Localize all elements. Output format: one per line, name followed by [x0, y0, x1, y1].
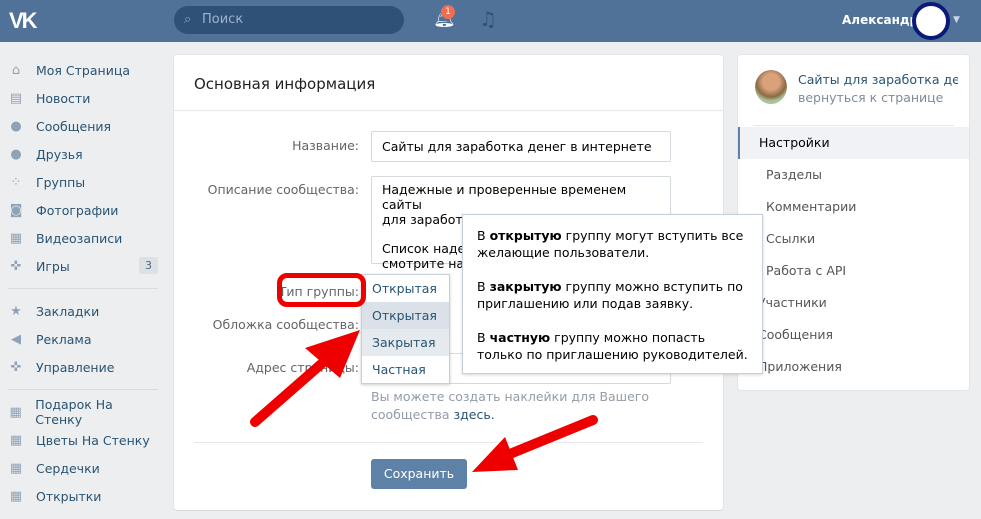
divider [8, 389, 158, 390]
annotation-highlight [277, 273, 366, 307]
sidebar-item-label: Новости [36, 90, 91, 106]
sidebar-item[interactable]: ▦ Подарок На Стенку [8, 397, 158, 427]
sidebar-item[interactable]: ◀ Реклама [8, 325, 158, 353]
app-icon: ▦ [9, 405, 22, 420]
sidebar-item-label: Друзья [36, 146, 83, 162]
sidebar-item-label: Подарок На Стенку [35, 397, 113, 427]
sidebar-item[interactable]: ★ Закладки [8, 297, 158, 325]
back-to-page-link[interactable]: вернуться к странице [798, 90, 943, 105]
sidebar-item[interactable]: ▤ Новости [8, 84, 158, 112]
avatar[interactable] [912, 2, 950, 40]
sidebar-item-label: Цветы На Стенку [36, 432, 150, 448]
page-title: Основная информация [174, 55, 723, 111]
app-icon: ▦ [9, 461, 23, 476]
divider [753, 125, 954, 126]
sidebar-item-label: Открытки [36, 488, 102, 504]
menu-item[interactable]: Приложения [738, 351, 969, 383]
top-bar: VK ⌕Поиск 🔔︎ 1 ♫ Александр ▼ [0, 0, 981, 42]
chevron-down-icon[interactable]: ▼ [953, 15, 960, 25]
sidebar-item-label: Сообщения [36, 118, 112, 134]
group-avatar[interactable] [755, 70, 787, 104]
user-name[interactable]: Александр [842, 13, 918, 27]
sidebar: ⌂ Моя Страница ▤ Новости ● Сообщения ● Друзья ⁘ Г… [8, 56, 158, 510]
sidebar-item-label: Реклама [36, 331, 92, 347]
divider [8, 288, 158, 289]
gamepad-icon: ✜ [10, 360, 22, 375]
sidebar-item-label: Видеозаписи [36, 230, 123, 246]
sidebar-item-label: Группы [36, 174, 86, 190]
notification-badge: 1 [441, 5, 455, 19]
sidebar-item-label: Фотографии [36, 202, 119, 218]
app-icon: ▦ [9, 433, 23, 448]
sidebar-item[interactable]: ✜ Управление [8, 353, 158, 381]
app-icon: ▦ [9, 489, 23, 504]
dropdown-selected[interactable]: Открытая [362, 275, 449, 302]
messages-icon: ● [10, 119, 22, 134]
search-input[interactable]: ⌕ Поиск [174, 6, 404, 34]
news-icon: ▤ [9, 91, 23, 106]
sidebar-item[interactable]: ⌂ Моя Страница [8, 56, 158, 84]
divider [194, 442, 703, 443]
video-icon: ▦ [9, 231, 23, 246]
group-name-link[interactable]: Сайты для заработка де... [798, 72, 958, 87]
name-label: Название: [292, 138, 359, 153]
music-icon[interactable]: ♫ [479, 7, 497, 31]
sidebar-item[interactable]: ● Сообщения [8, 112, 158, 140]
friends-icon: ● [10, 147, 22, 162]
sidebar-item[interactable]: ◙ Фотографии [8, 196, 158, 224]
option-private[interactable]: Частная [362, 356, 449, 383]
sidebar-item[interactable]: ✜ Игры 3 [8, 252, 158, 280]
menu-item[interactable]: Комментарии [738, 191, 969, 223]
sidebar-item[interactable]: ● Друзья [8, 140, 158, 168]
group-type-dropdown[interactable]: Открытая Открытая Закрытая Частная [361, 274, 450, 384]
description-label: Описание сообщества: [207, 182, 359, 197]
menu-item[interactable]: Сообщения [738, 319, 969, 351]
sidebar-item-label: Игры [36, 258, 70, 274]
vk-logo[interactable]: VK [9, 8, 38, 34]
option-open[interactable]: Открытая [362, 302, 449, 329]
option-closed[interactable]: Закрытая [362, 329, 449, 356]
address-label: Адрес страницы: [246, 360, 359, 375]
gamepad-icon: ✜ [10, 259, 22, 274]
menu-item[interactable]: Настройки [738, 127, 969, 159]
menu-item[interactable]: Ссылки [738, 223, 969, 255]
sidebar-item[interactable]: ▦ Цветы На Стенку [8, 426, 158, 454]
camera-icon: ◙ [9, 203, 23, 218]
sidebar-item[interactable]: ▦ Видеозаписи [8, 224, 158, 252]
megaphone-icon: ◀ [11, 332, 21, 347]
sidebar-item-label: Управление [36, 359, 115, 375]
sidebar-item[interactable]: ▦ Открытки [8, 482, 158, 510]
home-icon: ⌂ [11, 63, 21, 78]
sidebar-item-label: Сердечки [36, 460, 100, 476]
menu-item[interactable]: Участники [738, 287, 969, 319]
count-badge: 3 [139, 257, 158, 274]
cover-label: Обложка сообщества: [212, 317, 359, 332]
groups-icon: ⁘ [10, 175, 22, 190]
stickers-link[interactable]: здесь. [454, 407, 495, 422]
save-button[interactable]: Сохранить [371, 459, 467, 489]
hint-text: Вы можете создать наклейки для Вашего со… [371, 389, 650, 422]
sidebar-item-label: Закладки [36, 303, 100, 319]
sidebar-item-label: Моя Страница [36, 62, 130, 78]
sidebar-item[interactable]: ▦ Сердечки [8, 454, 158, 482]
star-icon: ★ [10, 304, 22, 319]
menu-item[interactable]: Разделы [738, 159, 969, 191]
sidebar-item[interactable]: ⁘ Группы [8, 168, 158, 196]
menu-item[interactable]: Работа с API [738, 255, 969, 287]
group-type-tooltip: В открытую группу могут вступить все жел… [462, 214, 763, 374]
search-icon: ⌕ [184, 12, 192, 27]
name-input[interactable]: Сайты для заработка денег в интернете [371, 131, 671, 162]
settings-menu: Сайты для заработка де... вернуться к ст… [738, 55, 969, 390]
